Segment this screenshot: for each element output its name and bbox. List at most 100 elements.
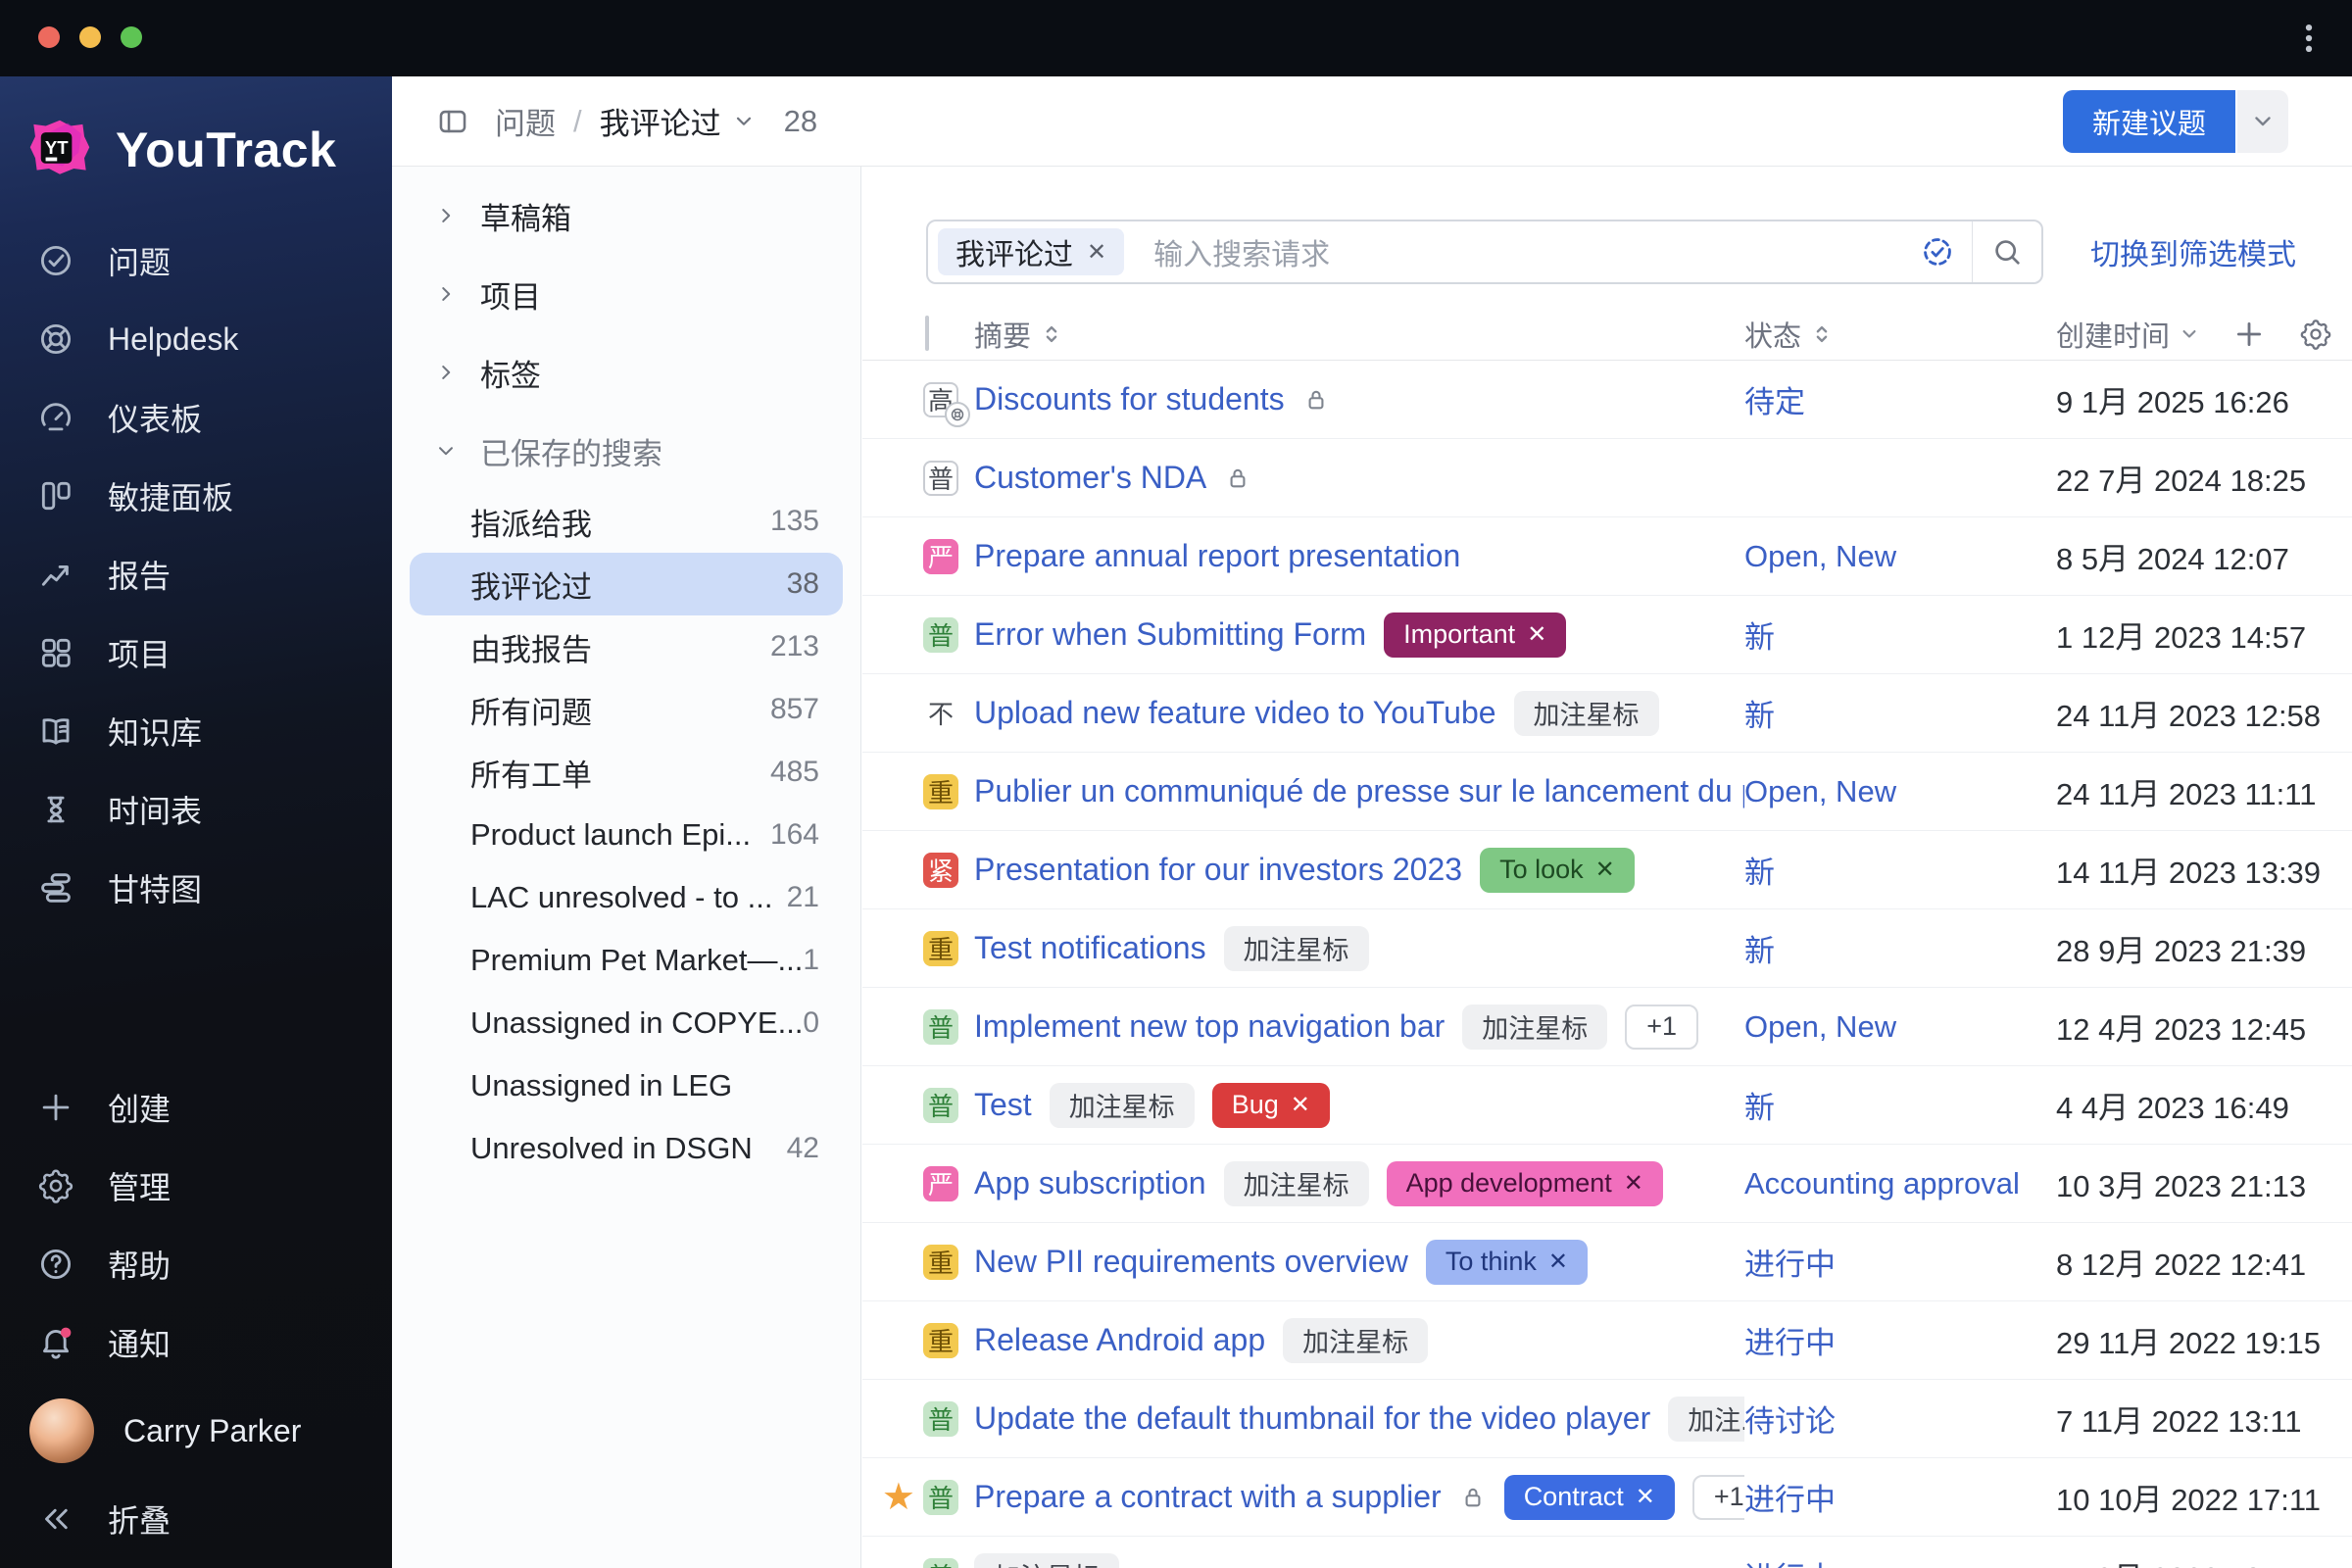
new-issue-dropdown-button[interactable] [2237, 90, 2288, 153]
issue-row[interactable]: ★ 普 Prepare a contract with a supplier Co… [862, 1458, 2352, 1537]
issue-title[interactable]: Prepare annual report presentation [974, 538, 1460, 574]
search-button[interactable] [1973, 221, 2041, 282]
tag-chip[interactable]: 加注... [1668, 1396, 1744, 1442]
tag-chip[interactable]: +1 [1691, 1474, 1744, 1520]
saved-search-item[interactable]: 由我报告 213 [410, 615, 843, 678]
remove-tag-icon[interactable]: ✕ [1595, 856, 1615, 884]
issue-status-link[interactable]: 进行中 [1744, 1483, 1836, 1517]
remove-chip-icon[interactable]: ✕ [1087, 238, 1106, 267]
saved-search-item[interactable]: 所有问题 857 [410, 678, 843, 741]
maximize-button[interactable] [121, 26, 142, 48]
breadcrumb-current[interactable]: 我评论过 [600, 99, 721, 143]
issue-status-link[interactable]: Open, New [1744, 774, 1896, 808]
add-column-button[interactable] [2232, 318, 2266, 351]
column-header-created[interactable]: 创建时间 [2056, 314, 2170, 355]
saved-search-item[interactable]: 指派给我 135 [410, 490, 843, 553]
sidebar-item-timesheets[interactable]: 时间表 [0, 770, 392, 849]
search-filter-chip[interactable]: 我评论过 ✕ [938, 228, 1125, 275]
toggle-panel-icon[interactable] [436, 105, 469, 138]
tree-item-saved-searches[interactable]: 已保存的搜索 [392, 412, 860, 490]
tag-chip[interactable]: 加注星标 [1049, 1082, 1195, 1128]
new-issue-button[interactable]: 新建议题 [2062, 90, 2235, 153]
issue-title[interactable]: Presentation for our investors 2023 [974, 852, 1462, 888]
issue-status-link[interactable]: 新 [1744, 620, 1775, 655]
tag-chip[interactable]: 加注星标 [1513, 690, 1659, 736]
saved-search-item[interactable]: Unresolved in DSGN 42 [410, 1117, 843, 1180]
tag-chip[interactable]: To think ✕ [1425, 1239, 1588, 1285]
sidebar-item-projects[interactable]: 项目 [0, 613, 392, 692]
issue-title[interactable]: Publier un communiqué de presse sur le l… [974, 773, 1744, 809]
column-header-summary[interactable]: 摘要 [964, 314, 1744, 355]
tag-chip[interactable]: 加注星标 [1283, 1317, 1429, 1363]
issue-title[interactable]: New PII requirements overview [974, 1244, 1408, 1280]
sidebar-item-reports[interactable]: 报告 [0, 535, 392, 613]
tree-item-tags[interactable]: 标签 [392, 333, 860, 412]
collapse-sidebar-button[interactable]: 折叠 [0, 1480, 392, 1558]
sidebar-item-issues[interactable]: 问题 [0, 221, 392, 300]
sidebar-item-agile-boards[interactable]: 敏捷面板 [0, 457, 392, 535]
issue-title[interactable]: Release Android app [974, 1322, 1265, 1358]
remove-tag-icon[interactable]: ✕ [1624, 1169, 1643, 1198]
sidebar-item-create[interactable]: 创建 [0, 1068, 392, 1147]
tag-chip[interactable]: App development ✕ [1386, 1160, 1663, 1206]
tag-chip[interactable]: Bug ✕ [1211, 1082, 1330, 1128]
youtrack-logo[interactable]: YT YouTrack [0, 76, 392, 221]
issue-status-link[interactable]: 待定 [1744, 385, 1805, 419]
tree-item-projects[interactable]: 项目 [392, 255, 860, 333]
tag-chip[interactable]: 加注星标 [1462, 1004, 1608, 1050]
issue-title[interactable]: Implement new top navigation bar [974, 1008, 1445, 1045]
issue-row[interactable]: 重 New PII requirements overview To think ✕… [862, 1223, 2352, 1301]
issue-status-link[interactable]: 进行中 [1744, 1326, 1836, 1360]
saved-search-item[interactable]: LAC unresolved - to ... 21 [410, 866, 843, 929]
issue-title[interactable]: Prepare a contract with a supplier [974, 1479, 1442, 1515]
issue-status-link[interactable]: 进行中 [1744, 1561, 1836, 1568]
issue-row[interactable]: 严 App subscription 加注星标 App development ✕ A… [862, 1145, 2352, 1223]
switch-to-filter-mode-link[interactable]: 切换到筛选模式 [2090, 230, 2296, 273]
remove-tag-icon[interactable]: ✕ [1548, 1248, 1568, 1276]
select-all-checkbox[interactable] [925, 316, 929, 351]
saved-search-item[interactable]: Unassigned in LEG [410, 1054, 843, 1117]
tag-chip[interactable]: To look ✕ [1480, 847, 1635, 893]
tree-item-drafts[interactable]: 草稿箱 [392, 176, 860, 255]
issue-title[interactable]: Error when Submitting Form [974, 616, 1366, 653]
sidebar-item-helpdesk[interactable]: Helpdesk [0, 300, 392, 378]
saved-search-item[interactable]: 所有工单 485 [410, 741, 843, 804]
issue-row[interactable]: 重 Test notifications 加注星标 新 28 9月 2023 21… [862, 909, 2352, 988]
issue-row[interactable]: 重 Release Android app 加注星标 进行中 29 11月 202… [862, 1301, 2352, 1380]
sidebar-item-administration[interactable]: 管理 [0, 1147, 392, 1225]
issue-title[interactable]: Upload new feature video to YouTube [974, 695, 1496, 731]
issue-status-link[interactable]: 待讨论 [1744, 1404, 1836, 1439]
issue-status-link[interactable]: 新 [1744, 856, 1775, 890]
issue-title[interactable]: Discounts for students [974, 381, 1285, 417]
issue-status-link[interactable]: Open, New [1744, 539, 1896, 573]
saved-search-item[interactable]: Premium Pet Market—... 1 [410, 929, 843, 992]
issue-status-link[interactable]: Open, New [1744, 1009, 1896, 1044]
issue-title[interactable]: Test [974, 1087, 1032, 1123]
close-button[interactable] [38, 26, 60, 48]
issue-status-link[interactable]: 进行中 [1744, 1248, 1836, 1282]
issue-row[interactable]: 不 Upload new feature video to YouTube 加注星… [862, 674, 2352, 753]
issue-title[interactable]: App subscription [974, 1165, 1206, 1201]
sidebar-item-knowledge-base[interactable]: 知识库 [0, 692, 392, 770]
table-settings-gear-icon[interactable] [2299, 318, 2332, 351]
issue-row[interactable]: 普 Implement new top navigation bar 加注星标 +1… [862, 988, 2352, 1066]
sidebar-item-gantt-charts[interactable]: 甘特图 [0, 849, 392, 927]
sidebar-item-dashboards[interactable]: 仪表板 [0, 378, 392, 457]
issue-status-link[interactable]: Accounting approval [1744, 1166, 2020, 1200]
star-cell[interactable]: ★ [862, 1479, 917, 1516]
issue-status-link[interactable]: 新 [1744, 934, 1775, 968]
tag-chip[interactable]: Contract ✕ [1503, 1474, 1675, 1520]
issue-row[interactable]: 普 Update the default thumbnail for the v… [862, 1380, 2352, 1458]
issue-title[interactable]: Customer's NDA [974, 460, 1206, 496]
tag-chip[interactable]: Important ✕ [1384, 612, 1567, 658]
saved-search-item[interactable]: Unassigned in COPYE... 0 [410, 992, 843, 1054]
tag-chip[interactable]: 加注星标 [974, 1552, 1119, 1568]
remove-tag-icon[interactable]: ✕ [1291, 1091, 1310, 1119]
tag-chip[interactable]: +1 [1625, 1004, 1699, 1050]
sidebar-item-notifications[interactable]: 通知 [0, 1303, 392, 1382]
issue-row[interactable]: 普 Test 加注星标 Bug ✕ 新 4 4月 2023 16:49 [862, 1066, 2352, 1145]
issue-title[interactable]: Update the default thumbnail for the vid… [974, 1400, 1650, 1437]
issue-row[interactable]: 普 加注星标 进行中 11 3月 2022 10:55 [862, 1537, 2352, 1568]
sidebar-item-help[interactable]: 帮助 [0, 1225, 392, 1303]
minimize-button[interactable] [79, 26, 101, 48]
